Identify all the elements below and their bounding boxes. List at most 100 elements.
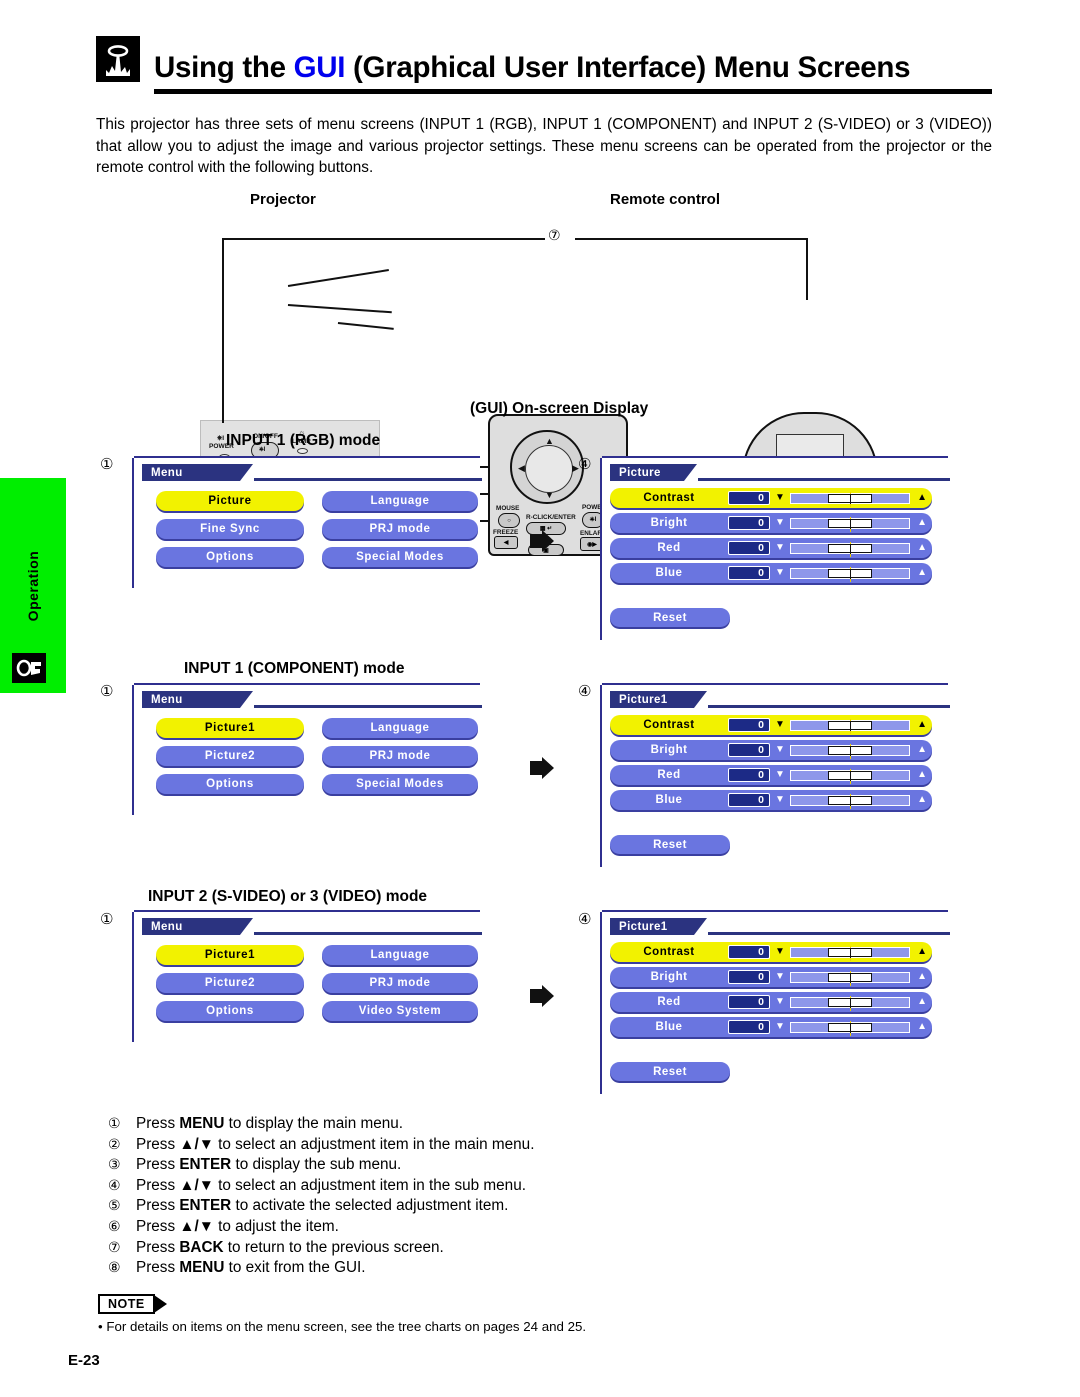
menu-item-language[interactable]: Language	[322, 491, 478, 511]
menu-item-picture1[interactable]: Picture1	[156, 945, 304, 965]
decrease-arrow-icon[interactable]: ▼	[775, 947, 785, 957]
menu-item-options[interactable]: Options	[156, 774, 304, 794]
increase-arrow-icon[interactable]: ▲	[917, 1022, 927, 1032]
decrease-arrow-icon[interactable]: ▼	[775, 795, 785, 805]
adjust-row-blue[interactable]: Blue 0 ▼ ▲	[610, 1017, 932, 1037]
step-key: ENTER	[179, 1197, 232, 1215]
step-number: ⑦	[108, 1239, 121, 1256]
slider-knob-red[interactable]	[828, 543, 872, 554]
adjust-row-red[interactable]: Red 0 ▼ ▲	[610, 538, 932, 558]
reset-button[interactable]: Reset	[610, 835, 730, 854]
increase-arrow-icon[interactable]: ▲	[917, 972, 927, 982]
increase-arrow-icon[interactable]: ▲	[917, 770, 927, 780]
slider-track-contrast[interactable]	[789, 491, 911, 507]
increase-arrow-icon[interactable]: ▲	[917, 518, 927, 528]
slider-knob-red[interactable]	[828, 997, 872, 1008]
increase-arrow-icon[interactable]: ▲	[917, 997, 927, 1007]
menu-item-picture1[interactable]: Picture1	[156, 718, 304, 738]
increase-arrow-icon[interactable]: ▲	[917, 493, 927, 503]
slider-track-bright[interactable]	[789, 970, 911, 986]
increase-arrow-icon[interactable]: ▲	[917, 947, 927, 957]
slider-track-blue[interactable]	[789, 566, 911, 582]
menu-item-fine-sync[interactable]: Fine Sync	[156, 519, 304, 539]
decrease-arrow-icon[interactable]: ▼	[775, 972, 785, 982]
adjust-row-contrast[interactable]: Contrast 0 ▼ ▲	[610, 715, 932, 735]
adjust-row-contrast[interactable]: Contrast 0 ▼ ▲	[610, 942, 932, 962]
decrease-arrow-icon[interactable]: ▼	[775, 543, 785, 553]
reset-button[interactable]: Reset	[610, 608, 730, 627]
decrease-arrow-icon[interactable]: ▼	[775, 745, 785, 755]
remote-dial-inner[interactable]	[525, 445, 573, 493]
menu-item-prj-mode[interactable]: PRJ mode	[322, 746, 478, 766]
menu-item-prj-mode[interactable]: PRJ mode	[322, 519, 478, 539]
slider-knob-bright[interactable]	[828, 745, 872, 756]
decrease-arrow-icon[interactable]: ▼	[775, 518, 785, 528]
decrease-arrow-icon[interactable]: ▼	[775, 770, 785, 780]
adjust-value-red: 0	[728, 541, 770, 555]
menu-item-options[interactable]: Options	[156, 1001, 304, 1021]
remote-label-freeze: FREEZE	[493, 529, 519, 536]
adjust-row-blue[interactable]: Blue 0 ▼ ▲	[610, 563, 932, 583]
menu-item-prj-mode[interactable]: PRJ mode	[322, 973, 478, 993]
increase-arrow-icon[interactable]: ▲	[917, 745, 927, 755]
slider-track-blue[interactable]	[789, 793, 911, 809]
slider-knob-red[interactable]	[828, 770, 872, 781]
menu-item-options[interactable]: Options	[156, 547, 304, 567]
decrease-arrow-icon[interactable]: ▼	[775, 493, 785, 503]
remote-direction-dial[interactable]: ▲ ▼ ◀ ▶	[510, 430, 584, 504]
picture-panel-video-titlebar: Picture1	[610, 918, 707, 935]
step-post: to adjust the item.	[213, 1217, 339, 1235]
menu-item-special-modes[interactable]: Special Modes	[322, 774, 478, 794]
slider-track-bright[interactable]	[789, 743, 911, 759]
slider-knob-contrast[interactable]	[828, 947, 872, 958]
slider-track-bright[interactable]	[789, 516, 911, 532]
increase-arrow-icon[interactable]: ▲	[917, 568, 927, 578]
remote-freeze-button[interactable]: ◀	[494, 536, 518, 549]
operation-hand-icon	[12, 653, 46, 683]
decrease-arrow-icon[interactable]: ▼	[775, 997, 785, 1007]
menu-item-video-system[interactable]: Video System	[322, 1001, 478, 1021]
menu-item-picture2[interactable]: Picture2	[156, 746, 304, 766]
adjust-row-contrast[interactable]: Contrast 0 ▼ ▲	[610, 488, 932, 508]
adjust-value-contrast: 0	[728, 945, 770, 959]
menu-item-language[interactable]: Language	[322, 718, 478, 738]
slider-track-red[interactable]	[789, 768, 911, 784]
decrease-arrow-icon[interactable]: ▼	[775, 1022, 785, 1032]
slider-track-contrast[interactable]	[789, 945, 911, 961]
slider-knob-blue[interactable]	[828, 795, 872, 806]
remote-mouse-button[interactable]: ○	[498, 513, 520, 528]
slider-knob-blue[interactable]	[828, 568, 872, 579]
decrease-arrow-icon[interactable]: ▼	[775, 720, 785, 730]
slider-knob-bright[interactable]	[828, 518, 872, 529]
adjust-row-bright[interactable]: Bright 0 ▼ ▲	[610, 740, 932, 760]
adjust-value-red: 0	[728, 995, 770, 1009]
adjust-row-red[interactable]: Red 0 ▼ ▲	[610, 992, 932, 1012]
menu-item-language[interactable]: Language	[322, 945, 478, 965]
increase-arrow-icon[interactable]: ▲	[917, 543, 927, 553]
adjust-row-bright[interactable]: Bright 0 ▼ ▲	[610, 967, 932, 987]
step-key: ▲/▼	[179, 1135, 214, 1153]
step-pre: Press	[136, 1176, 180, 1194]
slider-knob-contrast[interactable]	[828, 493, 872, 504]
reset-button[interactable]: Reset	[610, 1062, 730, 1081]
menu-item-picture2[interactable]: Picture2	[156, 973, 304, 993]
slider-knob-contrast[interactable]	[828, 720, 872, 731]
menu-item-picture[interactable]: Picture	[156, 491, 304, 511]
callout18-lead	[337, 322, 394, 330]
increase-arrow-icon[interactable]: ▲	[917, 720, 927, 730]
adjust-row-blue[interactable]: Blue 0 ▼ ▲	[610, 790, 932, 810]
menu-item-special-modes[interactable]: Special Modes	[322, 547, 478, 567]
slider-track-red[interactable]	[789, 995, 911, 1011]
callout35-lead	[287, 304, 392, 313]
slider-track-blue[interactable]	[789, 1020, 911, 1036]
slider-knob-bright[interactable]	[828, 972, 872, 983]
slider-knob-blue[interactable]	[828, 1022, 872, 1033]
increase-arrow-icon[interactable]: ▲	[917, 795, 927, 805]
adjust-row-bright[interactable]: Bright 0 ▼ ▲	[610, 513, 932, 533]
picture-panel-rgb: Picture Contrast 0 ▼ ▲ Bright 0 ▼ ▲ Red …	[600, 456, 950, 640]
note-arrow-icon	[153, 1295, 167, 1313]
adjust-row-red[interactable]: Red 0 ▼ ▲	[610, 765, 932, 785]
slider-track-red[interactable]	[789, 541, 911, 557]
decrease-arrow-icon[interactable]: ▼	[775, 568, 785, 578]
slider-track-contrast[interactable]	[789, 718, 911, 734]
